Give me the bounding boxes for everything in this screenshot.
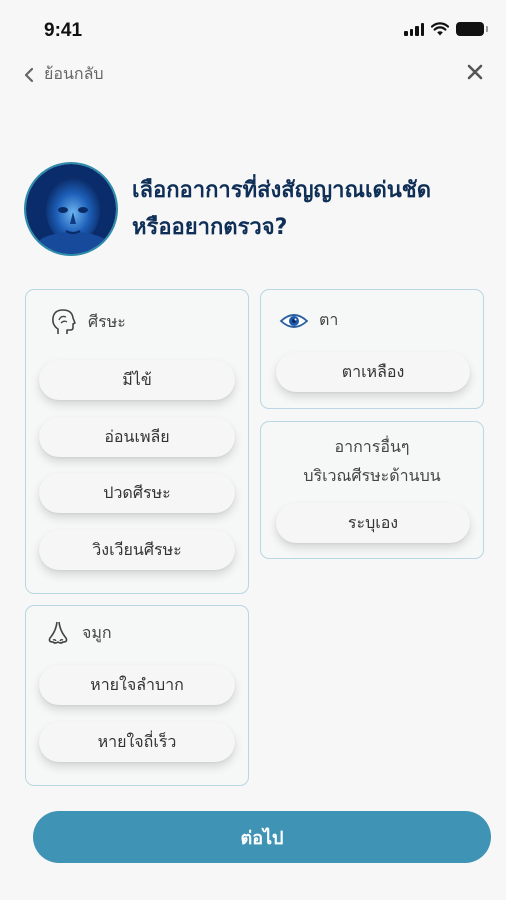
battery-icon bbox=[456, 22, 488, 36]
card-head-title: ศีรษะ bbox=[88, 311, 126, 331]
question-header: เลือกอาการที่ส่งสัญญาณเด่นชัด หรืออยากตร… bbox=[24, 162, 484, 256]
option-difficulty-breathing[interactable]: หายใจลำบาก bbox=[39, 665, 235, 705]
back-label: ย้อนกลับ bbox=[44, 64, 104, 83]
card-head: ศีรษะ มีไข้ อ่อนเพลีย ปวดศีรษะ วิงเวียนศ… bbox=[25, 289, 249, 594]
head-scan-avatar bbox=[24, 162, 118, 256]
card-eye-title: ตา bbox=[319, 310, 339, 329]
wifi-icon bbox=[431, 22, 449, 36]
cellular-signal-icon bbox=[404, 22, 424, 36]
nose-icon bbox=[48, 621, 68, 644]
card-nose-title: จมูก bbox=[82, 622, 112, 642]
option-fever[interactable]: มีไข้ bbox=[39, 360, 235, 400]
eye-icon bbox=[279, 313, 309, 328]
card-other: อาการอื่นๆ บริเวณศีรษะด้านบน ระบุเอง bbox=[260, 421, 484, 559]
option-dizziness[interactable]: วิงเวียนศีรษะ bbox=[39, 530, 235, 570]
option-headache[interactable]: ปวดศีรษะ bbox=[39, 473, 235, 513]
card-other-title-line-2: บริเวณศีรษะด้านบน bbox=[303, 466, 441, 485]
close-button[interactable] bbox=[466, 63, 484, 85]
back-button[interactable]: ย้อนกลับ bbox=[24, 62, 104, 87]
status-time: 9:41 bbox=[44, 20, 83, 41]
card-nose: จมูก หายใจลำบาก หายใจถี่เร็ว bbox=[25, 605, 249, 786]
option-fatigue[interactable]: อ่อนเพลีย bbox=[39, 417, 235, 457]
head-xray-icon bbox=[26, 164, 116, 254]
question-title: เลือกอาการที่ส่งสัญญาณเด่นชัด หรืออยากตร… bbox=[132, 172, 482, 246]
question-line-2: หรืออยากตรวจ? bbox=[132, 215, 288, 240]
card-head-header: ศีรษะ bbox=[48, 307, 126, 337]
card-eye: ตา ตาเหลือง bbox=[260, 289, 484, 409]
head-icon bbox=[52, 309, 76, 334]
option-rapid-breathing[interactable]: หายใจถี่เร็ว bbox=[39, 722, 235, 762]
option-jaundice-eyes[interactable]: ตาเหลือง bbox=[276, 352, 470, 392]
status-icons bbox=[404, 22, 488, 36]
question-line-1: เลือกอาการที่ส่งสัญญาณเด่นชัด bbox=[132, 178, 432, 203]
close-icon bbox=[467, 64, 483, 80]
next-button[interactable]: ต่อไป bbox=[33, 811, 491, 863]
chevron-left-icon bbox=[24, 67, 34, 82]
card-nose-header: จมูก bbox=[44, 619, 112, 647]
top-nav: ย้อนกลับ bbox=[0, 60, 506, 90]
card-other-title-line-1: อาการอื่นๆ bbox=[334, 437, 410, 456]
status-bar: 9:41 bbox=[0, 0, 506, 58]
option-specify-own[interactable]: ระบุเอง bbox=[276, 503, 470, 543]
card-eye-header: ตา bbox=[279, 308, 338, 333]
